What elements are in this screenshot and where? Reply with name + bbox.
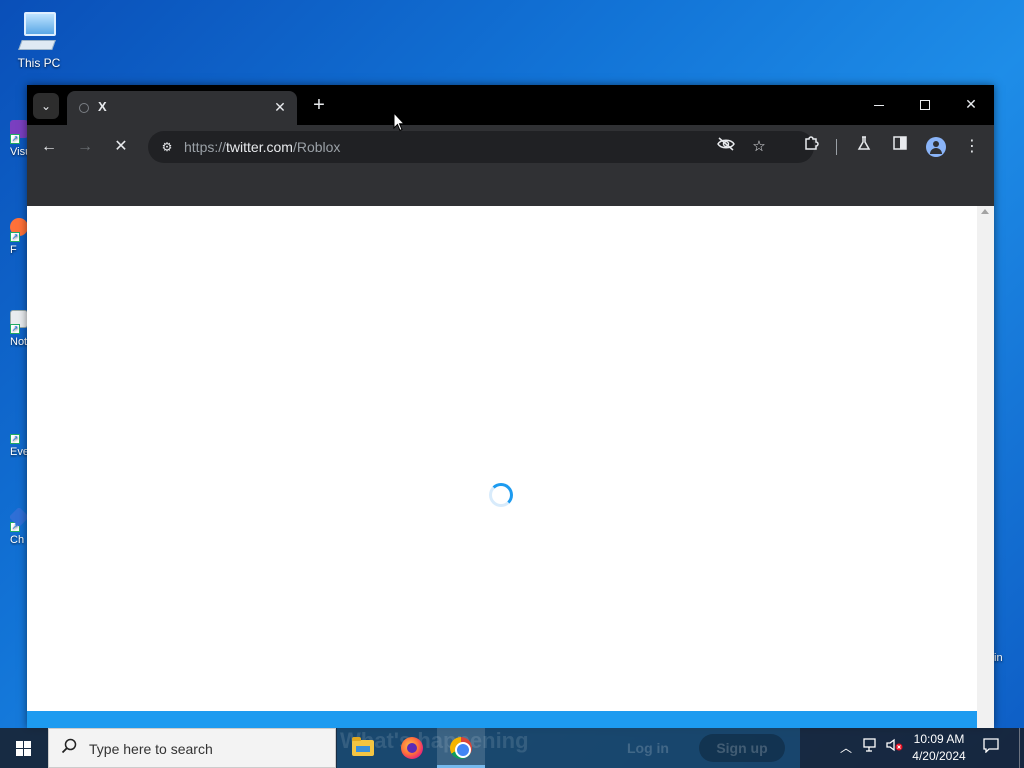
bottom-signup-banner [27,711,977,728]
banner-login-ghost: Log in [627,740,669,756]
flask-icon [857,136,871,150]
url-scheme: https:// [184,139,227,155]
profile-button[interactable] [922,133,950,161]
title-bar: ⌄ X ✕ + ✕ [27,85,994,125]
shortcut-arrow-icon: ↗ [10,434,20,444]
url-path: /Roblox [292,139,341,155]
search-placeholder: Type here to search [89,741,213,757]
computer-icon [18,10,60,54]
tab-close-button[interactable]: ✕ [271,98,289,116]
scroll-up-arrow-icon[interactable] [981,209,989,214]
taskbar-clock[interactable]: 10:09 AM 4/20/2024 [906,731,972,765]
tab-x[interactable]: X ✕ [67,91,297,125]
shortcut-arrow-icon: ↗ [10,134,20,144]
windows-logo-icon [16,741,32,756]
firefox-icon [401,737,423,759]
show-desktop-button[interactable] [1019,728,1024,768]
taskbar: What's happening Log in Sign up Type her… [0,728,1024,768]
page-viewport [27,206,977,728]
this-pc-label: This PC [17,56,61,70]
partial-desktop-label: in [994,652,1003,664]
stop-loading-button[interactable]: ✕ [107,133,135,161]
taskbar-search-box[interactable]: Type here to search [48,728,336,768]
site-settings-icon[interactable]: ⚙ [157,137,177,157]
taskbar-firefox[interactable] [388,728,436,768]
folder-icon [352,737,374,756]
shortcut-arrow-icon: ↗ [10,232,20,242]
tab-title: X [98,99,107,114]
labs-button[interactable] [850,133,878,161]
address-bar[interactable]: ⚙ https://twitter.com/Roblox ☆ [148,131,814,163]
bookmark-star-icon[interactable]: ☆ [749,137,769,157]
network-icon[interactable] [861,738,881,758]
puzzle-icon [805,136,819,150]
new-tab-button[interactable]: + [309,93,329,117]
side-panel-icon [893,136,907,150]
chevron-down-icon: ⌄ [40,99,52,113]
vertical-scrollbar[interactable] [977,206,994,728]
browser-window: ⌄ X ✕ + ✕ ← → ✕ ⚙ https://twitter.com/Ro… [27,85,994,728]
back-button[interactable]: ← [35,133,63,161]
notification-icon [983,738,999,754]
clock-date: 4/20/2024 [912,749,966,763]
extensions-button[interactable] [797,133,825,161]
taskbar-file-explorer[interactable] [338,728,386,768]
search-icon [61,738,79,758]
browser-menu-button[interactable]: ⋮ [958,133,986,161]
this-pc-desktop-icon[interactable]: This PC [10,10,68,70]
avatar-icon [926,136,946,157]
url-host: twitter.com [226,139,293,155]
banner-signup-ghost: Sign up [699,734,785,762]
url-text[interactable]: https://twitter.com/Roblox [184,139,340,155]
clock-time: 10:09 AM [913,732,965,746]
minimize-button[interactable] [856,85,902,123]
notification-center-button[interactable] [980,737,1002,759]
notepad-label: Not [10,336,28,348]
tracking-protection-icon[interactable] [716,137,736,157]
mouse-cursor-icon [393,112,405,132]
forward-button[interactable]: → [71,133,99,161]
show-hidden-icons-button[interactable]: ︿ [838,738,854,758]
chrome-label: Ch [10,534,25,546]
start-button[interactable] [0,728,48,768]
shortcut-arrow-icon: ↗ [10,324,20,334]
side-panel-button[interactable] [886,133,914,161]
taskbar-chrome[interactable] [437,728,485,768]
chrome-icon [450,737,472,759]
maximize-icon [920,100,930,111]
minimize-icon [874,104,884,106]
browser-toolbar: ← → ✕ ⚙ https://twitter.com/Roblox ☆ ⋮ [27,125,994,169]
tab-favicon-icon [79,103,89,113]
toolbar-separator [836,139,837,155]
maximize-button[interactable] [902,85,948,123]
tab-search-button[interactable]: ⌄ [33,93,59,119]
bookmarks-bar [27,169,994,206]
firefox-label: F [10,244,17,256]
close-window-button[interactable]: ✕ [948,85,994,123]
loading-spinner-icon [489,483,513,507]
volume-muted-icon[interactable] [884,738,906,758]
